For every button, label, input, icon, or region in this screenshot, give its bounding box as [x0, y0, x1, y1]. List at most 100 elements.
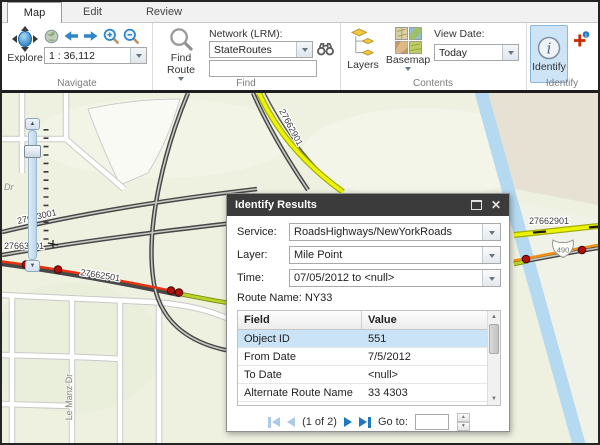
scroll-up-icon[interactable]: ▲ [488, 311, 500, 323]
spinner-up-icon[interactable]: ▲ [457, 413, 470, 422]
map-scale-combobox[interactable]: 1 : 36,112 [44, 47, 147, 64]
svg-text:490: 490 [557, 246, 570, 255]
page-indicator: (1 of 2) [302, 416, 337, 428]
layer-combobox[interactable]: Mile Point [289, 246, 501, 264]
zoom-slider-up-button[interactable]: ▲ [25, 118, 40, 130]
table-row[interactable]: From Date 7/5/2012 [238, 348, 487, 366]
previous-page-button[interactable] [287, 417, 295, 427]
basemap-icon [395, 27, 422, 54]
group-identify: i Identify i Identify [526, 23, 598, 90]
service-dropdown-button[interactable] [482, 224, 500, 240]
table-row [238, 402, 487, 406]
globe-icon[interactable] [44, 29, 59, 44]
table-row[interactable]: Alternate Route Name 33 4303 [238, 384, 487, 402]
route-input[interactable] [209, 60, 317, 77]
table-row[interactable]: To Date <null> [238, 366, 487, 384]
spinner-down-icon[interactable]: ▼ [457, 422, 470, 431]
goto-spinner[interactable]: ▲▼ [457, 413, 470, 431]
goto-page-input[interactable] [415, 414, 449, 430]
table-scrollbar[interactable]: ▲ ▼ [487, 311, 500, 405]
service-value: RoadsHighways/NewYorkRoads [290, 224, 482, 240]
tab-review[interactable]: Review [123, 2, 205, 22]
find-route-magnifier-icon [169, 27, 194, 52]
find-route-label: Find Route [160, 52, 202, 76]
field-cell: To Date [238, 369, 362, 381]
layer-dropdown-button[interactable] [482, 247, 500, 263]
view-date-value: Today [435, 47, 502, 59]
explore-pan-icon [12, 26, 38, 52]
next-page-button[interactable] [344, 417, 352, 427]
identify-options-icon[interactable]: i [572, 31, 590, 48]
basemap-dropdown-icon [405, 67, 411, 74]
chevron-down-icon [489, 254, 495, 261]
view-date-dropdown-button[interactable] [502, 45, 518, 60]
group-find: Find Route Network (LRM): StateRoutes Fi… [152, 23, 341, 90]
scale-dropdown-button[interactable] [130, 48, 146, 63]
zoom-slider-down-button[interactable]: ▼ [25, 260, 40, 272]
identify-label: Identify [532, 61, 566, 73]
back-arrow-icon[interactable] [63, 29, 79, 43]
chevron-down-icon [508, 51, 514, 58]
network-dropdown-button[interactable] [296, 42, 312, 57]
table-header: Field Value [238, 311, 500, 330]
explore-button[interactable]: Explore [6, 26, 44, 64]
app-window: Map Edit Review Explore [0, 0, 600, 445]
scroll-down-icon[interactable]: ▼ [488, 393, 500, 405]
value-cell: 551 [362, 333, 487, 345]
value-cell: <null> [362, 369, 487, 381]
zoom-out-icon[interactable] [123, 28, 139, 44]
first-page-button[interactable] [268, 417, 280, 428]
zoom-slider-thumb[interactable] [24, 145, 41, 158]
explore-label: Explore [7, 52, 43, 64]
zoom-in-icon[interactable] [103, 28, 119, 44]
forward-arrow-icon[interactable] [83, 29, 99, 43]
tab-map[interactable]: Map [7, 2, 62, 23]
zoom-slider[interactable]: ▲ ▼ [24, 118, 41, 272]
value-cell: 7/5/2012 [362, 351, 487, 363]
binoculars-icon[interactable] [317, 42, 334, 56]
value-cell: 33 4303 [362, 387, 487, 399]
group-contents: Layers Basemap View Date: Today [340, 23, 527, 90]
route-name-value: NY33 [305, 292, 333, 304]
field-cell: Object ID [238, 333, 362, 345]
basemap-button[interactable]: Basemap [385, 27, 431, 74]
layers-label: Layers [347, 59, 379, 71]
value-column-header: Value [362, 314, 500, 326]
map-view[interactable]: 490 27663001 27663101 27662501 27662901 … [2, 90, 598, 443]
field-cell: From Date [238, 351, 362, 363]
layers-icon [351, 27, 376, 59]
find-group-label: Find [152, 78, 340, 89]
network-lrm-label: Network (LRM): [209, 28, 283, 40]
view-date-combobox[interactable]: Today [434, 44, 519, 61]
network-combobox[interactable]: StateRoutes [209, 41, 313, 58]
scrollbar-thumb[interactable] [489, 324, 499, 354]
chevron-down-icon [489, 231, 495, 238]
layers-button[interactable]: Layers [345, 27, 381, 71]
chevron-down-icon [489, 277, 495, 284]
contents-group-label: Contents [340, 78, 526, 89]
time-dropdown-button[interactable] [482, 270, 500, 286]
goto-label: Go to: [378, 416, 408, 428]
svg-text:i: i [547, 40, 552, 58]
maximize-icon[interactable] [471, 200, 482, 210]
service-combobox[interactable]: RoadsHighways/NewYorkRoads [289, 223, 501, 241]
identify-group-label: Identify [526, 78, 598, 89]
time-combobox[interactable]: 07/05/2012 to <null> [289, 269, 501, 287]
close-icon[interactable]: ✕ [491, 199, 501, 211]
find-route-button[interactable]: Find Route [160, 27, 202, 84]
svg-text:i: i [585, 33, 587, 39]
tab-edit[interactable]: Edit [62, 2, 123, 22]
time-label: Time: [237, 272, 289, 284]
attributes-table: Field Value Object ID 551 From Date 7/5/… [237, 310, 501, 406]
identify-button[interactable]: i Identify [530, 25, 568, 83]
map-scale-value: 1 : 36,112 [45, 50, 130, 62]
last-page-button[interactable] [359, 417, 371, 428]
basemap-label: Basemap [386, 54, 430, 66]
dialog-title: Identify Results [235, 199, 317, 211]
street-label: Dr [4, 182, 14, 192]
dialog-titlebar[interactable]: Identify Results ✕ [227, 194, 509, 216]
table-row[interactable]: Object ID 551 [238, 330, 487, 348]
service-label: Service: [237, 226, 289, 238]
route-name-label: Route Name: [237, 292, 302, 304]
layer-label: Layer: [237, 249, 289, 261]
